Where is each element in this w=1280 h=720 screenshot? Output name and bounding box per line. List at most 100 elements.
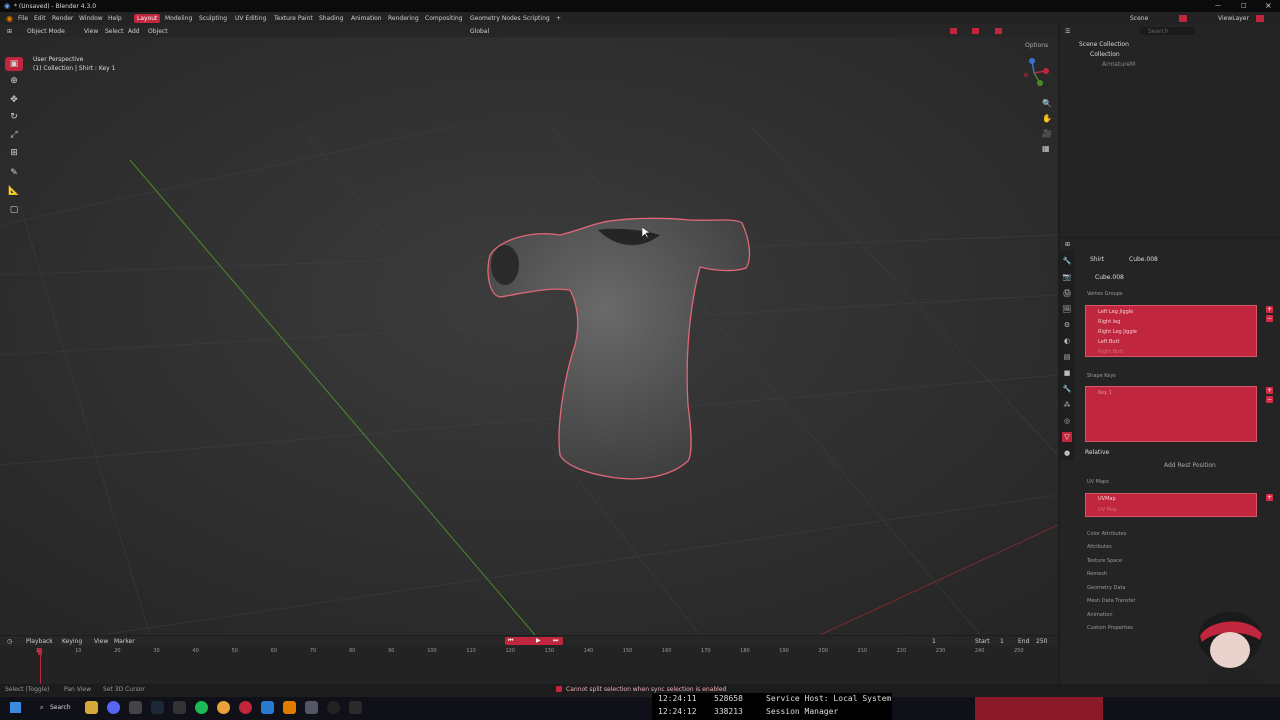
- object-tab-icon[interactable]: ■: [1062, 368, 1072, 378]
- vertex-groups-list[interactable]: Left Leg Jiggle Right leg Right Leg Jigg…: [1085, 305, 1257, 357]
- blender-menu-icon[interactable]: ◉: [6, 14, 13, 23]
- physics-tab-icon[interactable]: ◎: [1062, 416, 1072, 426]
- marker-menu[interactable]: Marker: [114, 638, 135, 645]
- settings-icon[interactable]: [173, 701, 186, 714]
- add-uv-map-button[interactable]: +: [1266, 494, 1273, 501]
- panel-animation[interactable]: Animation: [1087, 612, 1113, 618]
- timeline-track[interactable]: 1 10 20 30 40 50 60 70 80 90 100 110 120 130 140 150 160…: [0, 646, 1058, 684]
- transform-icon[interactable]: ⊞: [5, 146, 23, 160]
- tool-tab-icon[interactable]: 🔧: [1062, 256, 1072, 266]
- list-item[interactable]: UVMap: [1098, 496, 1116, 502]
- options-dropdown[interactable]: Options: [1025, 42, 1048, 49]
- play-icon[interactable]: ▶: [536, 637, 541, 644]
- menu-render[interactable]: Render: [52, 15, 73, 22]
- viewlayer-new-icon[interactable]: [1256, 15, 1264, 22]
- tab-scripting[interactable]: Scripting: [523, 15, 550, 22]
- scene-new-icon[interactable]: [1179, 15, 1187, 22]
- menu-select[interactable]: Select: [105, 28, 124, 35]
- list-item[interactable]: Right leg: [1098, 319, 1120, 325]
- maximize-button[interactable]: □: [1241, 2, 1247, 9]
- app-icon[interactable]: [129, 701, 142, 714]
- minimize-button[interactable]: —: [1215, 2, 1221, 9]
- tab-texture-paint[interactable]: Texture Paint: [274, 15, 313, 22]
- camera-view-icon[interactable]: 🎥: [1042, 129, 1052, 138]
- file-explorer-icon[interactable]: [85, 701, 98, 714]
- overlay-toggle-icon[interactable]: [950, 28, 957, 34]
- panel-texture-space[interactable]: Texture Space: [1087, 558, 1122, 564]
- properties-editor-icon[interactable]: ⊞: [1065, 241, 1070, 248]
- shape-keys-header[interactable]: Shape Keys: [1087, 373, 1116, 379]
- add-rest-position-checkbox[interactable]: Add Rest Position: [1164, 462, 1216, 469]
- jump-end-icon[interactable]: ⏭: [553, 637, 558, 645]
- tab-geometry-nodes[interactable]: Geometry Nodes: [470, 15, 521, 22]
- particles-tab-icon[interactable]: ⁂: [1062, 400, 1072, 410]
- discord-icon[interactable]: [107, 701, 120, 714]
- scene-collection-label[interactable]: Scene Collection: [1079, 41, 1129, 48]
- list-item[interactable]: Right Leg Jiggle: [1098, 329, 1137, 335]
- tab-sculpting[interactable]: Sculpting: [199, 15, 227, 22]
- annotate-icon[interactable]: ✎: [5, 166, 23, 180]
- 3d-viewport[interactable]: [0, 25, 1058, 635]
- panel-custom-properties[interactable]: Custom Properties: [1087, 625, 1133, 631]
- measure-icon[interactable]: 📐: [5, 184, 23, 198]
- tab-modeling[interactable]: Modeling: [165, 15, 192, 22]
- windows-start-icon[interactable]: [10, 702, 21, 713]
- menu-help[interactable]: Help: [108, 15, 122, 22]
- xray-toggle-icon[interactable]: [972, 28, 979, 34]
- panel-mesh-data-transfer[interactable]: Mesh Data Transfer: [1087, 598, 1135, 604]
- obs-icon[interactable]: [327, 701, 340, 714]
- list-item[interactable]: Left Butt: [1098, 339, 1120, 345]
- vertex-groups-header[interactable]: Vertex Groups: [1087, 291, 1123, 297]
- taskbar-search[interactable]: Search: [50, 704, 71, 711]
- scene-tab-icon[interactable]: ⚙: [1062, 320, 1072, 330]
- viewlayer-selector[interactable]: ViewLayer: [1218, 15, 1249, 22]
- outliner-item-armature[interactable]: ArmatureM: [1102, 61, 1135, 68]
- playback-menu[interactable]: Playback: [26, 638, 53, 645]
- output-tab-icon[interactable]: 🖨: [1062, 288, 1072, 298]
- chrome-icon[interactable]: [217, 701, 230, 714]
- vscode-icon[interactable]: [261, 701, 274, 714]
- list-item[interactable]: Key 1: [1098, 390, 1112, 396]
- list-item[interactable]: Right Butt: [1098, 349, 1123, 355]
- navigation-gizmo[interactable]: [1018, 55, 1054, 91]
- modifiers-tab-icon[interactable]: 🔧: [1062, 384, 1072, 394]
- render-tab-icon[interactable]: 📷: [1062, 272, 1072, 282]
- collection-tab-icon[interactable]: ▤: [1062, 352, 1072, 362]
- jump-start-icon[interactable]: ⏮: [508, 637, 513, 645]
- menu-view[interactable]: View: [84, 28, 98, 35]
- end-frame-field[interactable]: 250: [1036, 638, 1047, 645]
- steam-icon[interactable]: [151, 701, 164, 714]
- add-workspace-icon[interactable]: +: [556, 15, 561, 22]
- start-frame-field[interactable]: 1: [1000, 638, 1004, 645]
- spotify-icon[interactable]: [195, 701, 208, 714]
- menu-file[interactable]: File: [18, 15, 28, 22]
- close-button[interactable]: ×: [1265, 1, 1272, 10]
- tab-uv-editing[interactable]: UV Editing: [235, 15, 266, 22]
- panel-color-attributes[interactable]: Color Attributes: [1087, 531, 1126, 537]
- relative-checkbox[interactable]: Relative: [1085, 449, 1109, 456]
- list-item[interactable]: Left Leg Jiggle: [1098, 309, 1133, 315]
- add-cube-icon[interactable]: ▢: [5, 203, 23, 217]
- remove-vertex-group-button[interactable]: −: [1266, 315, 1273, 322]
- misc-app-icon[interactable]: [349, 701, 362, 714]
- world-tab-icon[interactable]: ◐: [1062, 336, 1072, 346]
- uv-maps-header[interactable]: UV Maps: [1087, 479, 1109, 485]
- panel-attributes[interactable]: Attributes: [1087, 544, 1112, 550]
- mesh-data-tab-icon[interactable]: ▽: [1062, 432, 1072, 442]
- menu-add[interactable]: Add: [128, 28, 140, 35]
- search-icon[interactable]: ⌕: [40, 704, 43, 712]
- outliner-editor-icon[interactable]: ☰: [1065, 28, 1070, 35]
- keying-menu[interactable]: Keying: [62, 638, 82, 645]
- list-item[interactable]: UV Map: [1098, 507, 1117, 513]
- shape-keys-list[interactable]: Key 1: [1085, 386, 1257, 442]
- blender-taskbar-icon[interactable]: [283, 701, 296, 714]
- collection-label[interactable]: Collection: [1090, 51, 1120, 58]
- remove-shape-key-button[interactable]: −: [1266, 396, 1273, 403]
- editor-type-icon[interactable]: ⊞: [7, 28, 12, 35]
- uv-maps-list[interactable]: UVMap UV Map: [1085, 493, 1257, 517]
- menu-object[interactable]: Object: [148, 28, 168, 35]
- mesh-name-field[interactable]: Cube.008: [1095, 274, 1124, 281]
- tab-compositing[interactable]: Compositing: [425, 15, 463, 22]
- menu-edit[interactable]: Edit: [34, 15, 46, 22]
- notepad-icon[interactable]: [305, 701, 318, 714]
